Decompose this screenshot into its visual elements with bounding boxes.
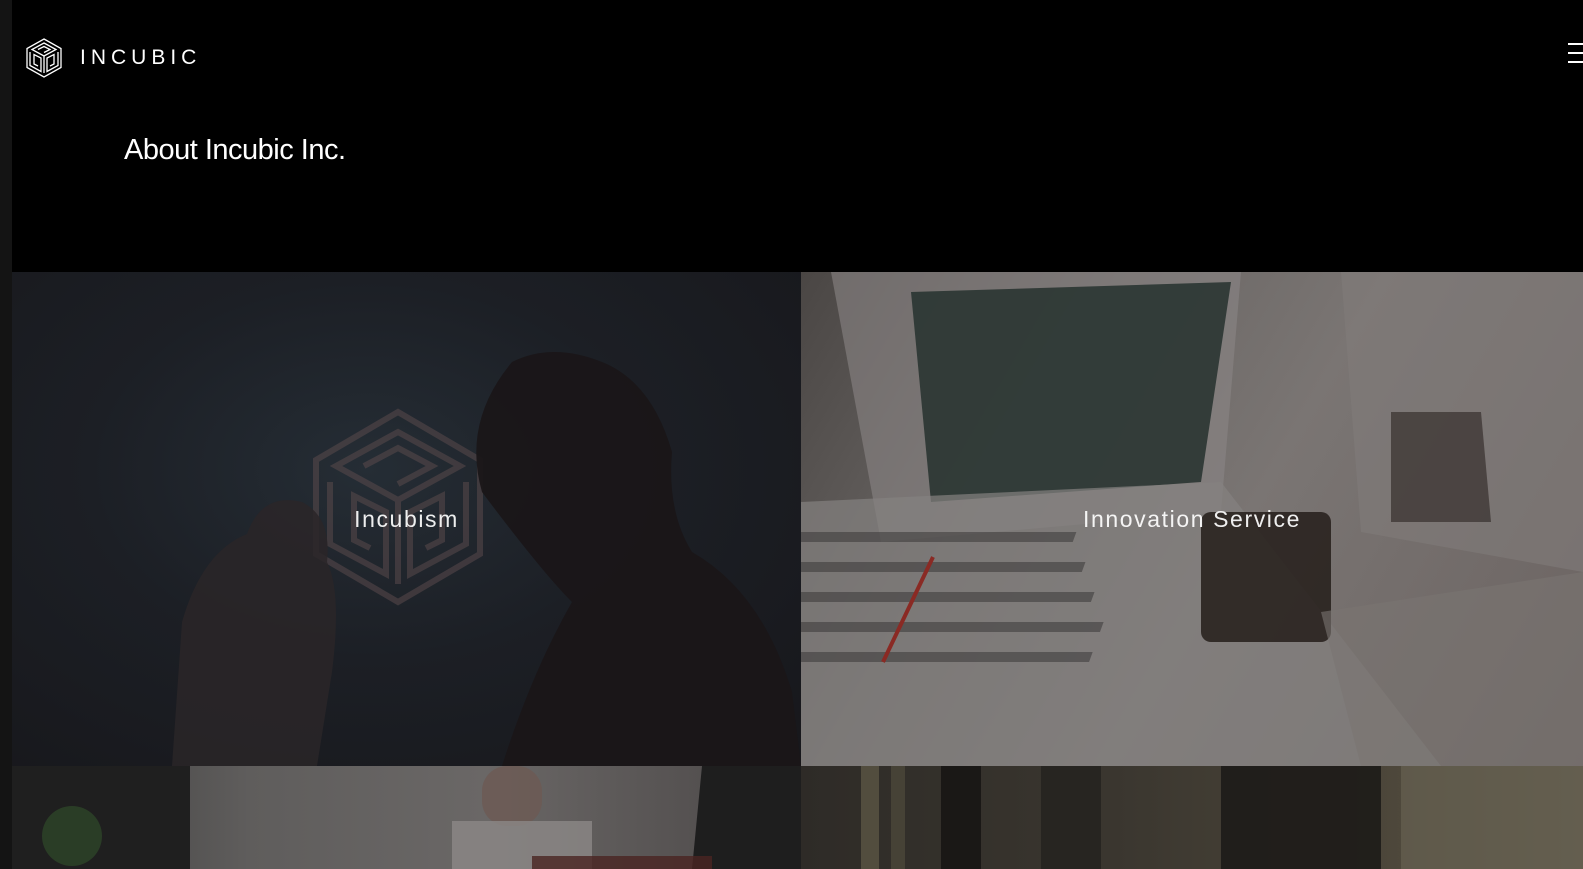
site-header: INCUBIC About Incubic Inc. — [12, 0, 1583, 272]
logo-link[interactable]: INCUBIC — [25, 38, 201, 78]
logo-text: INCUBIC — [80, 46, 202, 69]
cube-maze-icon — [26, 38, 62, 78]
page-title: About Incubic Inc. — [124, 134, 346, 166]
tile-team[interactable] — [12, 766, 801, 869]
tile-label: Incubism — [354, 505, 459, 532]
page: INCUBIC About Incubic Inc. Incubism Inno… — [0, 0, 1583, 869]
tile-label: Innovation Service — [1082, 505, 1302, 532]
tile-team-image — [12, 766, 801, 869]
left-rail — [0, 0, 12, 869]
hamburger-menu-icon[interactable] — [1568, 43, 1583, 65]
tile-innovation-service[interactable]: Innovation Service — [801, 272, 1583, 766]
tile-incubism[interactable]: Incubism — [12, 272, 801, 766]
tile-plants-image — [861, 766, 1583, 869]
tile-plants[interactable] — [801, 766, 1583, 869]
